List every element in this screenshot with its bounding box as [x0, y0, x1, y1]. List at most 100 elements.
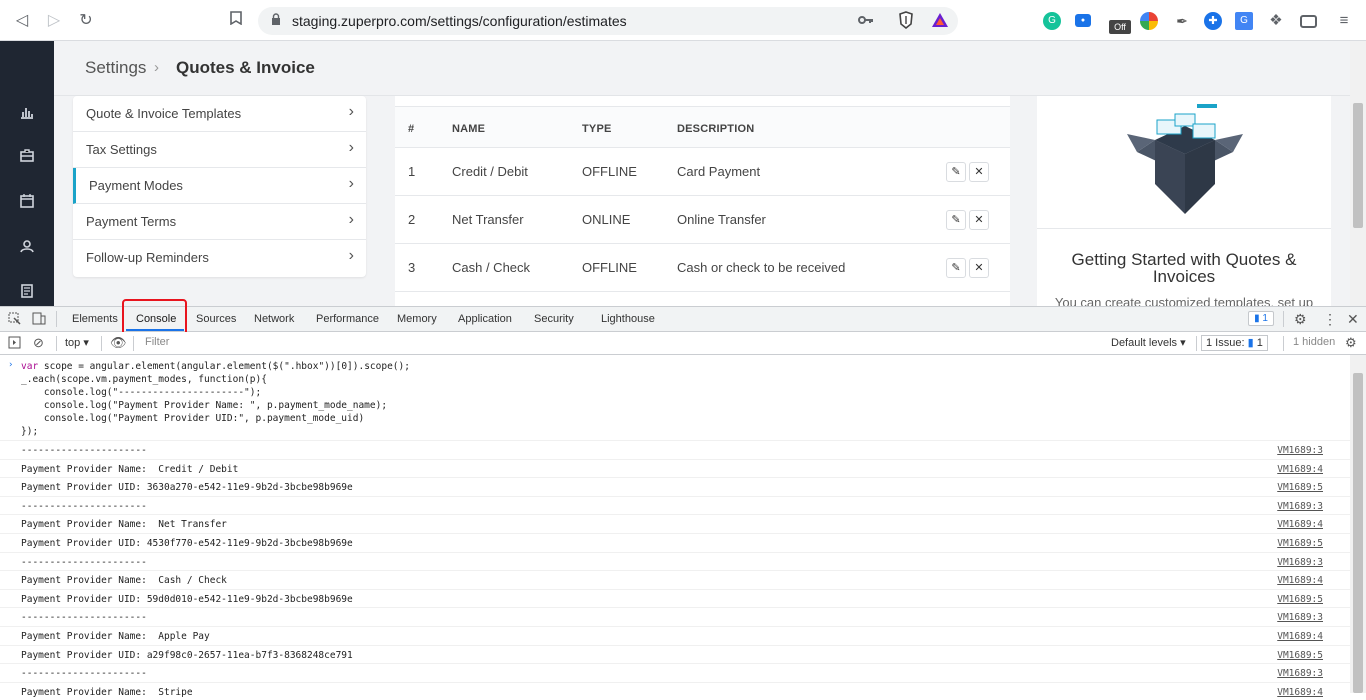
- menu-icon[interactable]: ≡: [1335, 12, 1353, 30]
- log-source-link[interactable]: VM1689:3: [1277, 668, 1323, 679]
- entered-code[interactable]: var scope = angular.element(angular.elem…: [21, 360, 410, 438]
- extension-off-badge[interactable]: Off: [1109, 20, 1131, 34]
- address-bar[interactable]: staging.zuperpro.com/settings/configurat…: [258, 7, 958, 35]
- google-translate-icon[interactable]: G: [1235, 12, 1253, 30]
- device-toolbar-icon[interactable]: [32, 312, 46, 328]
- scrollbar-thumb[interactable]: [1353, 373, 1363, 693]
- row-description: Online Transfer: [677, 212, 766, 227]
- edit-pencil-icon[interactable]: ✎: [946, 258, 966, 278]
- menu-item-tax-settings[interactable]: Tax Settings ›: [73, 132, 366, 168]
- log-source-link[interactable]: VM1689:3: [1277, 445, 1323, 456]
- brave-shield-icon[interactable]: [898, 11, 914, 32]
- toolbar-divider: [1283, 336, 1284, 351]
- messages-badge[interactable]: ▮ 1: [1248, 311, 1274, 326]
- tab-sources[interactable]: Sources: [196, 313, 236, 325]
- console-log-line: Payment Provider Name: Apple Pay VM1689:4: [0, 626, 1350, 645]
- context-selector[interactable]: top ▾: [65, 336, 89, 349]
- edit-pencil-icon[interactable]: ✎: [946, 210, 966, 230]
- log-message: Payment Provider Name: Cash / Check: [21, 575, 227, 587]
- log-source-link[interactable]: VM1689:4: [1277, 687, 1323, 698]
- delete-close-icon[interactable]: ✕: [969, 162, 989, 182]
- reports-icon[interactable]: [18, 105, 36, 121]
- row-type: ONLINE: [582, 212, 631, 227]
- log-levels-dropdown[interactable]: Default levels ▾: [1111, 336, 1186, 349]
- tab-security[interactable]: Security: [534, 313, 574, 325]
- messages-count: 1: [1262, 313, 1268, 324]
- console-scrollbar[interactable]: [1350, 355, 1366, 693]
- scrollbar-thumb[interactable]: [1353, 103, 1363, 228]
- color-picker-icon[interactable]: [1140, 12, 1158, 30]
- invoice-icon[interactable]: [18, 284, 36, 300]
- filter-input[interactable]: Filter: [145, 336, 169, 348]
- log-message: Payment Provider UID: a29f98c0-2657-11ea…: [21, 649, 353, 661]
- eyedropper-icon[interactable]: ✒: [1173, 12, 1191, 30]
- log-source-link[interactable]: VM1689:5: [1277, 594, 1323, 605]
- hidden-count: 1 hidden: [1293, 336, 1336, 348]
- code-line: scope = angular.element(angular.element(…: [43, 361, 410, 372]
- back-arrow-icon[interactable]: ◁: [11, 10, 33, 32]
- settings-gear-icon[interactable]: ⚙: [1294, 311, 1307, 328]
- clear-console-icon[interactable]: ⊘: [33, 335, 44, 351]
- menu-item-payment-modes[interactable]: Payment Modes ›: [73, 168, 366, 204]
- console-log-line: Payment Provider Name: Stripe VM1689:4: [0, 681, 1350, 700]
- tab-elements[interactable]: Elements: [72, 313, 118, 325]
- wallet-icon[interactable]: [1300, 15, 1317, 28]
- log-message: ----------------------: [21, 612, 147, 624]
- inspect-element-icon[interactable]: [8, 312, 21, 328]
- breadcrumb-settings[interactable]: Settings: [85, 58, 146, 78]
- grammarly-icon[interactable]: G: [1043, 12, 1061, 30]
- edit-pencil-icon[interactable]: ✎: [946, 162, 966, 182]
- row-number: 3: [408, 260, 416, 275]
- key-icon[interactable]: [858, 13, 874, 28]
- page-scrollbar[interactable]: [1350, 41, 1366, 306]
- delete-close-icon[interactable]: ✕: [969, 210, 989, 230]
- log-source-link[interactable]: VM1689:4: [1277, 464, 1323, 475]
- delete-close-icon[interactable]: ✕: [969, 258, 989, 278]
- reload-icon[interactable]: ↻: [75, 10, 97, 32]
- close-devtools-icon[interactable]: ✕: [1347, 311, 1359, 328]
- tab-network[interactable]: Network: [254, 313, 294, 325]
- issues-button[interactable]: 1 Issue: ▮ 1: [1201, 335, 1268, 351]
- log-source-link[interactable]: VM1689:5: [1277, 538, 1323, 549]
- menu-item-payment-terms[interactable]: Payment Terms ›: [73, 204, 366, 240]
- console-settings-gear-icon[interactable]: ⚙: [1345, 335, 1357, 351]
- more-options-icon[interactable]: ⋮: [1323, 311, 1337, 328]
- log-source-link[interactable]: VM1689:3: [1277, 501, 1323, 512]
- row-type: OFFLINE: [582, 260, 637, 275]
- tab-application[interactable]: Application: [458, 313, 512, 325]
- users-icon[interactable]: [18, 239, 36, 255]
- console-log-line: Payment Provider UID: 4530f770-e542-11e9…: [0, 533, 1350, 552]
- issues-label: 1 Issue:: [1206, 337, 1245, 349]
- log-message: Payment Provider Name: Apple Pay: [21, 631, 210, 642]
- chevron-right-icon: ›: [348, 211, 354, 228]
- menu-item-followup-reminders[interactable]: Follow-up Reminders ›: [73, 240, 366, 276]
- puzzle-icon[interactable]: ❖: [1267, 12, 1285, 30]
- tab-memory[interactable]: Memory: [397, 313, 437, 325]
- briefcase-icon[interactable]: [18, 149, 36, 165]
- brave-rewards-icon[interactable]: [931, 12, 949, 31]
- menu-item-templates[interactable]: Quote & Invoice Templates ›: [73, 96, 366, 132]
- code-line: });: [21, 426, 39, 437]
- console-log-line: Payment Provider UID: 59d0d010-e542-11e9…: [0, 588, 1350, 608]
- sidebar-toggle-icon[interactable]: [8, 336, 21, 352]
- open-box-illustration: [1115, 100, 1255, 218]
- eye-icon[interactable]: 👁: [110, 335, 127, 351]
- log-source-link[interactable]: VM1689:5: [1277, 650, 1323, 661]
- ext-game-icon[interactable]: ✚: [1204, 12, 1222, 30]
- forward-arrow-icon[interactable]: ▷: [43, 10, 65, 32]
- bookmark-icon[interactable]: [225, 10, 247, 32]
- getting-started-card: Getting Started with Quotes & Invoices Y…: [1037, 96, 1331, 306]
- log-source-link[interactable]: VM1689:4: [1277, 519, 1323, 530]
- log-source-link[interactable]: VM1689:3: [1277, 557, 1323, 568]
- toolbar-divider: [1283, 311, 1284, 327]
- log-source-link[interactable]: VM1689:4: [1277, 575, 1323, 586]
- log-source-link[interactable]: VM1689:3: [1277, 612, 1323, 623]
- screen-recorder-icon[interactable]: ●: [1075, 14, 1091, 27]
- log-source-link[interactable]: VM1689:4: [1277, 631, 1323, 642]
- tab-performance[interactable]: Performance: [316, 313, 379, 325]
- log-message: Payment Provider UID: 59d0d010-e542-11e9…: [21, 593, 353, 605]
- calendar-icon[interactable]: [18, 194, 36, 210]
- menu-item-label: Payment Terms: [86, 214, 177, 229]
- tab-lighthouse[interactable]: Lighthouse: [601, 313, 655, 325]
- log-source-link[interactable]: VM1689:5: [1277, 482, 1323, 493]
